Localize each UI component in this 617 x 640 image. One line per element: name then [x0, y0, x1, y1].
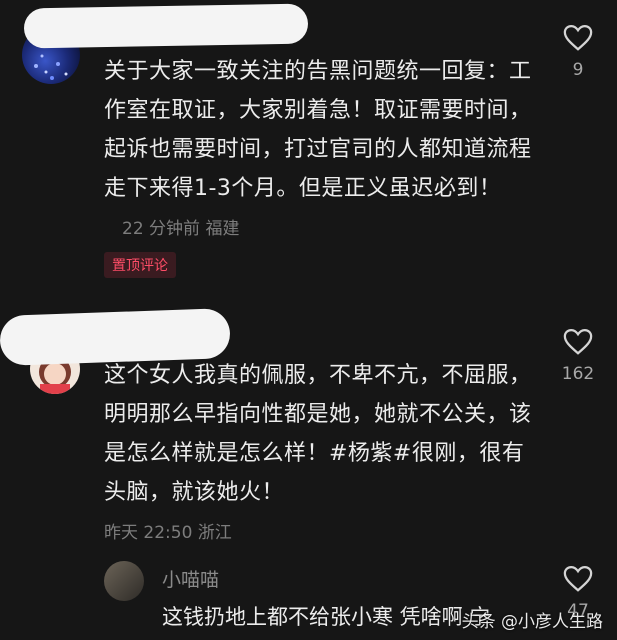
comment-meta: 昨天 22:50 浙江: [104, 523, 232, 543]
redacted-username: [23, 3, 309, 49]
reply-text[interactable]: 这钱扔地上都不给张小寒 凭啥啊 宁: [162, 601, 490, 631]
pinned-badge: 置顶评论: [104, 252, 176, 278]
comment: 这个女人我真的佩服，不卑不亢，不屈服，明明那么早指向性都是她，她就不公关，该是怎…: [0, 300, 617, 550]
like-count: 9: [572, 60, 584, 80]
comment-text[interactable]: 这个女人我真的佩服，不卑不亢，不屈服，明明那么早指向性都是她，她就不公关，该是怎…: [104, 356, 534, 553]
comment-text[interactable]: 关于大家一致关注的告黑问题统一回复：工作室在取证，大家别着急！取证需要时间，起诉…: [104, 52, 534, 249]
like-button[interactable]: 162: [556, 328, 600, 384]
comment-meta: 22 分钟前 福建: [122, 219, 240, 239]
heart-icon: [563, 24, 593, 51]
like-button[interactable]: 9: [556, 24, 600, 80]
like-count: 162: [561, 364, 595, 384]
heart-icon: [563, 565, 593, 592]
comment-pinned: 关于大家一致关注的告黑问题统一回复：工作室在取证，大家别着急！取证需要时间，起诉…: [0, 0, 617, 290]
watermark: 头条 @小彦人生路: [461, 612, 603, 632]
heart-icon: [563, 328, 593, 355]
reply-username[interactable]: 小喵喵: [162, 565, 219, 592]
avatar[interactable]: [104, 561, 144, 601]
